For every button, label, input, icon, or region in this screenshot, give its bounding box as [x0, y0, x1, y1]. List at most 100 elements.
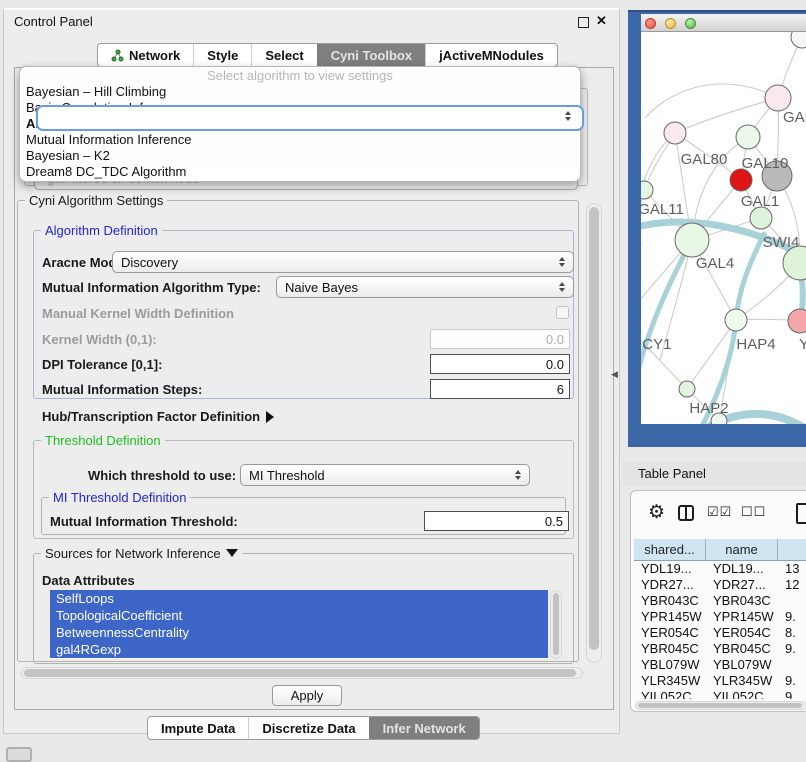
tab-jactivemnodules[interactable]: jActiveMNodules: [425, 44, 557, 66]
tab-impute-data[interactable]: Impute Data: [148, 717, 248, 739]
expand-down-icon: [226, 549, 238, 557]
combo-stepper-icon: [561, 111, 575, 121]
table-body: YDL19...YDL19...13 YDR27...YDR27...12 YB…: [634, 561, 806, 699]
algorithm-option[interactable]: Bayesian – Hill Climbing: [20, 84, 580, 100]
list-item[interactable]: TopologicalCoefficient: [50, 607, 548, 624]
node-label: Y: [799, 336, 806, 353]
manual-kernel-checkbox[interactable]: [556, 306, 569, 319]
network-node-selected: [730, 169, 752, 191]
sources-group-title[interactable]: Sources for Network Inference: [41, 546, 242, 561]
control-panel-window: Control Panel ✕ Network Style Select Cyn…: [3, 8, 620, 734]
network-node: [679, 381, 695, 397]
mi-threshold-label: Mutual Information Threshold:: [50, 514, 238, 529]
algorithm-option[interactable]: Dream8 DC_TDC Algorithm: [20, 164, 580, 180]
node-label: GAL10: [742, 155, 789, 172]
network-node: [664, 122, 686, 144]
dpi-tolerance-label: DPI Tolerance [0,1]:: [42, 357, 162, 372]
tab-cyni-toolbox[interactable]: Cyni Toolbox: [317, 44, 425, 66]
table-row[interactable]: YIL052CYIL052C9: [634, 689, 806, 699]
table-row[interactable]: YBL079WYBL079W: [634, 657, 806, 673]
network-icon: [111, 49, 124, 62]
kernel-width-label: Kernel Width (0,1):: [42, 332, 157, 347]
node-label: GAL1: [741, 193, 779, 210]
list-item[interactable]: gal4RGexp: [50, 641, 548, 658]
mi-type-value: Naive Bayes: [277, 280, 555, 295]
combo-stepper-icon: [511, 470, 525, 480]
threshold-definition-title: Threshold Definition: [41, 433, 165, 448]
hub-definition-expander[interactable]: Hub/Transcription Factor Definition: [42, 409, 274, 424]
tab-network[interactable]: Network: [98, 44, 193, 66]
algorithm-dropdown-placeholder: Select algorithm to view settings: [20, 67, 580, 84]
table-row[interactable]: YDL19...YDL19...13: [634, 561, 806, 577]
column-header[interactable]: [778, 539, 806, 561]
data-attributes-list: SelfLoops TopologicalCoefficient Between…: [50, 590, 548, 659]
network-node: [750, 207, 772, 229]
network-node: [641, 181, 653, 199]
node-label: GCY1: [641, 336, 671, 353]
mi-steps-label: Mutual Information Steps:: [42, 382, 202, 397]
gear-icon[interactable]: ⚙: [648, 503, 665, 522]
split-view-icon[interactable]: [678, 505, 694, 521]
column-header[interactable]: shared...: [634, 539, 706, 561]
select-all-icon[interactable]: ☑☑: [707, 504, 732, 520]
node-label: HAP4: [736, 336, 775, 353]
mi-steps-field[interactable]: 6: [430, 379, 570, 399]
algorithm-option[interactable]: Mutual Information Inference: [20, 132, 580, 148]
mi-type-select[interactable]: Naive Bayes: [276, 276, 574, 298]
control-panel-tabbar: Network Style Select Cyni Toolbox jActiv…: [97, 43, 558, 67]
list-item[interactable]: SelfLoops: [50, 590, 548, 607]
table-row[interactable]: YER054CYER054C8.: [634, 625, 806, 641]
network-node: [788, 309, 806, 333]
algorithm-combobox-focus-ring[interactable]: [36, 105, 584, 131]
network-window-titlebar[interactable]: [641, 14, 806, 32]
table-panel: ⚙ ☑☑ ☐☐ shared... name YDL19...YDL19...1…: [630, 490, 806, 712]
network-node: [791, 32, 806, 48]
table-panel-title: Table Panel: [638, 466, 706, 481]
network-node: [725, 309, 747, 331]
data-attributes-label: Data Attributes: [42, 573, 135, 588]
network-node: [765, 85, 791, 111]
settings-vertical-scrollbar[interactable]: [586, 203, 602, 663]
kernel-width-field[interactable]: 0.0: [430, 329, 570, 349]
mi-threshold-field[interactable]: 0.5: [424, 511, 569, 531]
dpi-tolerance-field[interactable]: 0.0: [430, 354, 570, 374]
algorithm-option[interactable]: Bayesian – K2: [20, 148, 580, 164]
cyni-mode-tabbar: Impute Data Discretize Data Infer Networ…: [147, 716, 480, 740]
attributes-list-scrollbar[interactable]: [550, 590, 562, 659]
settings-horizontal-scrollbar[interactable]: [21, 667, 583, 679]
close-panel-icon[interactable]: ✕: [596, 13, 607, 29]
control-panel-title: Control Panel: [14, 14, 93, 29]
split-collapse-arrow[interactable]: ◀: [611, 369, 618, 380]
export-table-icon[interactable]: [796, 503, 806, 524]
table-row[interactable]: YDR27...YDR27...12: [634, 577, 806, 593]
tab-select[interactable]: Select: [251, 44, 316, 66]
aracne-mode-select[interactable]: Discovery: [112, 251, 574, 273]
network-canvas[interactable]: GAL GAL80 GAL10 GAL1 GAL11 SWI4 GAL4 GCY…: [641, 32, 806, 424]
cyni-algorithm-settings-title: Cyni Algorithm Settings: [25, 193, 167, 208]
table-row[interactable]: YLR345WYLR345W9.: [634, 673, 806, 689]
table-row[interactable]: YPR145WYPR145W9.: [634, 609, 806, 625]
float-window-icon[interactable]: [578, 17, 589, 28]
network-node: [736, 125, 760, 149]
table-horizontal-scrollbar[interactable]: [635, 701, 806, 710]
deselect-all-icon[interactable]: ☐☐: [741, 504, 766, 520]
which-threshold-select[interactable]: MI Threshold: [240, 464, 530, 486]
mi-threshold-group-title: MI Threshold Definition: [49, 490, 190, 505]
tab-discretize-data[interactable]: Discretize Data: [248, 717, 368, 739]
table-row[interactable]: YBR045CYBR045C9.: [634, 641, 806, 657]
node-label: GAL11: [641, 201, 684, 218]
zoom-traffic-light-icon[interactable]: [685, 18, 696, 29]
table-header: shared... name: [634, 539, 806, 561]
network-node: [783, 246, 806, 280]
column-header[interactable]: name: [706, 539, 778, 561]
tab-style[interactable]: Style: [193, 44, 251, 66]
apply-button[interactable]: Apply: [272, 685, 342, 706]
table-row[interactable]: YBR043CYBR043C: [634, 593, 806, 609]
which-threshold-label: Which threshold to use:: [88, 468, 236, 483]
collapsed-panel-chip[interactable]: [6, 747, 32, 762]
close-traffic-light-icon[interactable]: [645, 18, 656, 29]
minimize-traffic-light-icon[interactable]: [665, 18, 676, 29]
list-item[interactable]: BetweennessCentrality: [50, 624, 548, 641]
tab-infer-network[interactable]: Infer Network: [369, 717, 479, 739]
collapse-right-icon: [266, 411, 274, 423]
